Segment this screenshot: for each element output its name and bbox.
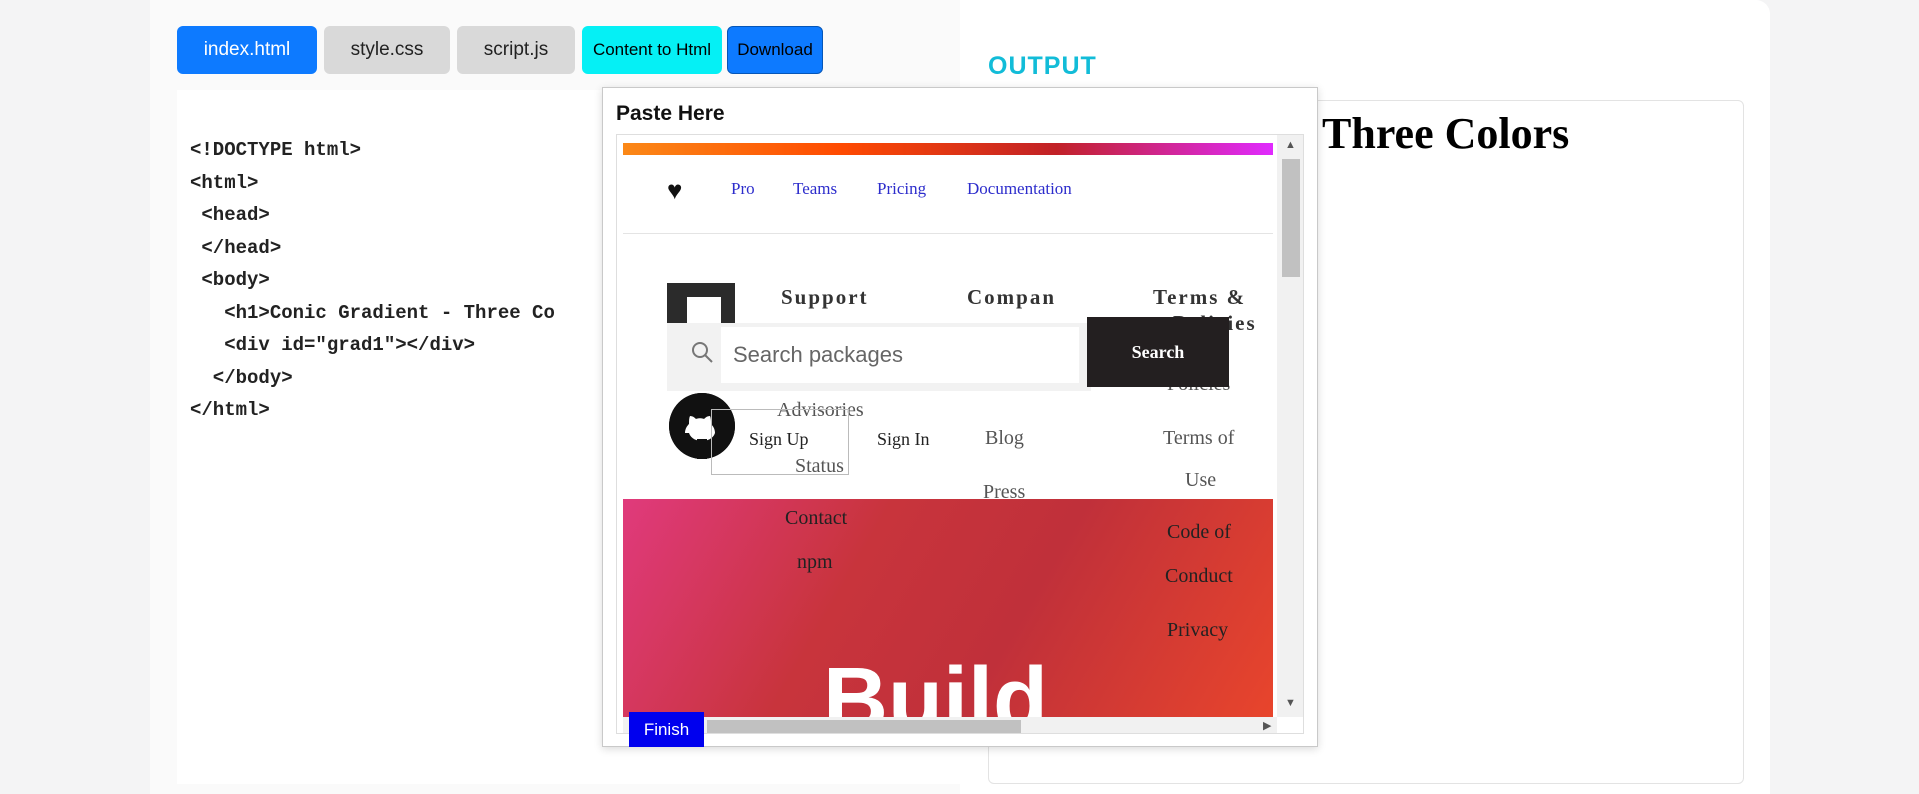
- terms-heading: Terms &: [1153, 285, 1247, 309]
- scroll-up-icon[interactable]: ▲: [1285, 139, 1296, 151]
- content-to-html-button[interactable]: Content to Html: [582, 26, 722, 74]
- scroll-down-icon[interactable]: ▼: [1285, 697, 1296, 709]
- tab-index-html[interactable]: index.html: [177, 26, 317, 74]
- nav-link-documentation[interactable]: Documentation: [967, 179, 1072, 199]
- tab-script-js[interactable]: script.js: [457, 26, 575, 74]
- nav-link-pricing[interactable]: Pricing: [877, 179, 926, 199]
- company-heading: Compan: [967, 285, 1057, 309]
- tab-style-css[interactable]: style.css: [324, 26, 450, 74]
- finish-button[interactable]: Finish: [629, 712, 704, 747]
- hero-text: Build: [823, 650, 1048, 717]
- support-link-contact[interactable]: Contact: [785, 507, 847, 530]
- terms-link-conduct[interactable]: Conduct: [1165, 565, 1233, 588]
- nav-link-teams[interactable]: Teams: [793, 179, 837, 199]
- code-text[interactable]: <!DOCTYPE html> <html> <head> </head> <b…: [190, 134, 555, 427]
- output-label: OUTPUT: [988, 52, 1097, 80]
- nav-bar: Pro Teams Pricing Documentation: [617, 173, 1277, 209]
- search-input[interactable]: [721, 327, 1079, 383]
- signin-link[interactable]: Sign In: [877, 429, 930, 450]
- paste-area[interactable]: ♥ Pro Teams Pricing Documentation Suppor…: [616, 134, 1304, 734]
- nav-link-pro[interactable]: Pro: [731, 179, 755, 199]
- scroll-right-icon[interactable]: ▶: [1263, 719, 1271, 732]
- terms-link-terms-of[interactable]: Terms of: [1163, 427, 1234, 450]
- search-button[interactable]: Search: [1087, 317, 1229, 387]
- output-heading: Three Colors: [1322, 109, 1570, 158]
- terms-link-code-of[interactable]: Code of: [1167, 521, 1231, 544]
- support-heading: Support: [781, 285, 869, 309]
- search-icon: [689, 339, 715, 365]
- download-button[interactable]: Download: [727, 26, 823, 74]
- vertical-scroll-thumb[interactable]: [1282, 159, 1300, 277]
- support-link-status[interactable]: Status: [795, 455, 844, 478]
- nav-divider: [623, 233, 1273, 234]
- support-link-npm[interactable]: npm: [797, 551, 833, 574]
- gradient-bar: [623, 143, 1273, 155]
- terms-link-use[interactable]: Use: [1185, 469, 1216, 492]
- terms-link-privacy[interactable]: Privacy: [1167, 619, 1228, 642]
- modal-title: Paste Here: [616, 102, 725, 125]
- horizontal-scroll-thumb[interactable]: [707, 720, 1021, 733]
- company-link-blog[interactable]: Blog: [985, 427, 1024, 450]
- signup-link[interactable]: Sign Up: [749, 429, 809, 450]
